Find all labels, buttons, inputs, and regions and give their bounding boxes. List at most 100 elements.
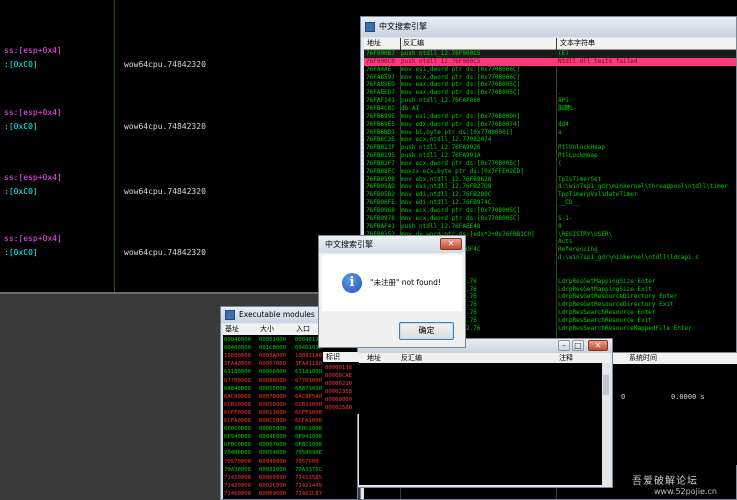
label-value: 0000DCAE (325, 373, 352, 379)
search-result-row[interactable]: 76FA4AE mov esi,dword ptr ds:[0x7708006C] (364, 66, 736, 74)
column-string[interactable]: 文本字符串 (560, 38, 595, 49)
module-entry: 70A3376C (295, 466, 322, 473)
module-base: 6CB10000 (224, 401, 251, 408)
row-string: Ntdll.dll tests failed (558, 57, 638, 65)
module-entry: 3FA41180 (295, 361, 322, 368)
search-result-row[interactable]: 76FB8195 push ntdll_12.76FA991A RtlLockHea… (364, 152, 736, 160)
module-base: 6E940000 (224, 434, 251, 441)
search-result-row[interactable]: 76FB699E mov esi,dword ptr ds:[0x770800D0… (364, 113, 736, 121)
row-string: __CD__ (558, 199, 580, 207)
search-result-row[interactable]: 76FB96FE mov edi,ntdll_12.76FB974C __CD__ (364, 199, 736, 207)
module-size: 00001000 (259, 337, 286, 343)
search-result-row[interactable]: 76FB9968 mov ecx,dword ptr ds:[0x7708005C… (364, 207, 736, 215)
module-size: 00068000 (259, 369, 286, 376)
column-system-time[interactable]: 系统时间 (613, 353, 737, 364)
module-base: 10000000 (224, 353, 251, 360)
row-string: TppTimerpValidateTimer (558, 191, 638, 199)
search-result-row[interactable]: 76FAEED7 mov eax,dword ptr ds:[0x7708005C… (364, 89, 736, 97)
search-result-row[interactable]: 76FB959B mov ebx,ntdll_12.76FB9628 TpIsTim… (364, 176, 736, 184)
ok-button[interactable]: 确定 (399, 322, 454, 340)
module-base: 70570000 (224, 458, 251, 465)
row-disasm: mov ecx,dword ptr ds:[0x7708005C] (401, 207, 521, 214)
scrollbar-thumb[interactable] (603, 375, 609, 395)
disasm-row[interactable]: ss:[esp+0x4] (0, 107, 360, 118)
label-value: 00002358 (325, 389, 352, 395)
row-address: 76FBAF41 (366, 222, 395, 230)
row-address: 76FB95AD (366, 183, 395, 191)
search-result-row[interactable]: 76FB88FC movzx ecx,byte ptr ds:[0x7FFE02E… (364, 168, 736, 176)
search-result-row[interactable]: 76FBAF41 push ntdll_12.76FAEE48 0 (364, 223, 736, 231)
column-address[interactable]: 地址 (367, 38, 381, 49)
close-button[interactable]: ✕ (588, 340, 608, 351)
row-string: a (558, 128, 562, 136)
module-size: 00060000 (259, 474, 286, 481)
operand-text: ss:[esp+0x4] (4, 234, 62, 243)
row-string: Acts (558, 238, 573, 246)
dialog-titlebar[interactable]: 中文搜索引擎 ✕ (319, 236, 465, 253)
search-result-row[interactable]: 76FB95B2 mov edi,ntdll_12.76FB280C TppTime… (364, 191, 736, 199)
search-result-row[interactable]: 76FB4C8C db AI 脳鍵L (364, 105, 736, 113)
search-result-row[interactable]: 76FB82F7 mov ecx,dword ptr ds:[0x7708005C… (364, 160, 736, 168)
disasm-row[interactable]: :[0xC0] wow64cpu.74842320 (0, 59, 360, 70)
disasm-row[interactable]: :[0xC0] wow64cpu.74842320 (0, 186, 360, 197)
module-base: 71420000 (224, 482, 251, 489)
search-result-row[interactable]: 76FB95AD mov esi,ntdll_12.76FB27D8 d:\win7… (364, 183, 736, 191)
row-string: LdrpResGetMappingSize Exit (558, 285, 652, 293)
disasm-row[interactable]: :[0xC0] wow64cpu.74842320 (0, 121, 360, 132)
module-base: 71550000 (224, 498, 251, 499)
row-disasm: push ntdll_12.76F900C5 (401, 57, 481, 65)
modules-window-title: Executable modules (239, 310, 315, 319)
search-result-row[interactable]: 76FAF141 push ntdll_12.76FAF860 API- (364, 97, 736, 105)
row-address: 76F900C0 (366, 57, 395, 65)
close-button[interactable]: ✕ (440, 238, 462, 250)
disasm-row[interactable]: ss:[esp+0x4] (0, 172, 360, 183)
row-address: 76FB82F7 (366, 159, 395, 167)
column-address[interactable]: 地址 (367, 353, 381, 363)
references-window[interactable]: – □ ✕ 地址 反汇编 注释 (356, 338, 613, 488)
column-label[interactable]: 标识 (323, 352, 359, 362)
row-string: LdrpResSearchResource Exit (558, 316, 652, 324)
disasm-row[interactable]: ss:[esp+0x4] (0, 45, 360, 56)
message-dialog[interactable]: 中文搜索引擎 ✕ i "未注册" not found! 确定 (318, 235, 466, 348)
disasm-row[interactable]: ss:[esp+0x4] (0, 233, 360, 244)
maximize-button[interactable]: □ (572, 340, 584, 351)
column-disasm[interactable]: 反汇编 (403, 38, 424, 49)
module-size: 00013000 (259, 409, 286, 416)
call-target: wow64cpu.74842320 (124, 60, 206, 69)
search-result-row[interactable]: 76FB813F push ntdll_12.76FA9926 RtlUnlockH… (364, 144, 736, 152)
search-result-row[interactable]: 76FB9978 mov ecx,dword ptr ds:[0x7708005C… (364, 215, 736, 223)
timing-panel: 系统时间 0 0.0000 s (613, 352, 737, 465)
references-list[interactable]: 地址 反汇编 注释 (359, 353, 610, 485)
search-result-row[interactable]: 76FA89ED mov eax,dword ptr ds:[0x7708005C… (364, 81, 736, 89)
disassembly-pane[interactable]: ss:[esp+0x4]:[0xC0] wow64cpu.74842320 ss:[… (0, 0, 360, 292)
column-entry[interactable]: 入口 (296, 324, 310, 335)
row-string: LdrpResGetResourceDirectory Enter (558, 293, 678, 301)
module-base: 61180000 (224, 369, 251, 376)
column-disasm[interactable]: 反汇编 (401, 353, 422, 363)
row-string: . (558, 89, 562, 97)
row-string: (E) (558, 50, 569, 57)
search-result-row[interactable]: 76F900B7 push ntdll_12.76F900C5 (E) (364, 50, 736, 58)
row-address: 76FB6C3E (366, 136, 395, 144)
search-window-titlebar[interactable]: 中文搜索引擎 (361, 17, 736, 37)
search-result-row[interactable]: 76FA8597 mov ecx,dword ptr ds:[0x7708006C… (364, 74, 736, 82)
operand-text: ss:[esp+0x4] (4, 46, 62, 55)
search-result-row[interactable]: 76F900C0 push ntdll_12.76F900C5 Ntdll.dll … (364, 57, 736, 66)
operand-text: :[0xC0] (4, 187, 38, 196)
vertical-scrollbar[interactable] (602, 363, 610, 485)
column-size[interactable]: 大小 (260, 324, 274, 335)
row-address: 76FB6BD1 (366, 128, 395, 136)
module-size: 0000700D (259, 361, 286, 368)
operand-text: ss:[esp+0x4] (4, 173, 62, 182)
column-base[interactable]: 基址 (225, 324, 239, 335)
row-disasm: push ntdll_12.76FAF860 (401, 97, 481, 105)
search-result-row[interactable]: 76FB6C3E mov ecx,ntdll_12.77082074 (364, 136, 736, 144)
search-result-row[interactable]: 76FB6BD1 mov bl,byte ptr ds:[0x77080001] a (364, 129, 736, 137)
module-entry: 71551000 (295, 498, 322, 499)
row-disasm: mov edi,ntdll_12.76FB974C (401, 199, 492, 207)
row-address: 76FB95B2 (366, 191, 395, 199)
disasm-row[interactable]: :[0xC0] wow64cpu.74842320 (0, 247, 360, 258)
search-result-row[interactable]: 76FB69E5 mov edx,dword ptr ds:[0x77080074… (364, 121, 736, 129)
column-comment[interactable]: 注释 (559, 353, 573, 363)
minimize-button[interactable]: – (558, 340, 570, 351)
